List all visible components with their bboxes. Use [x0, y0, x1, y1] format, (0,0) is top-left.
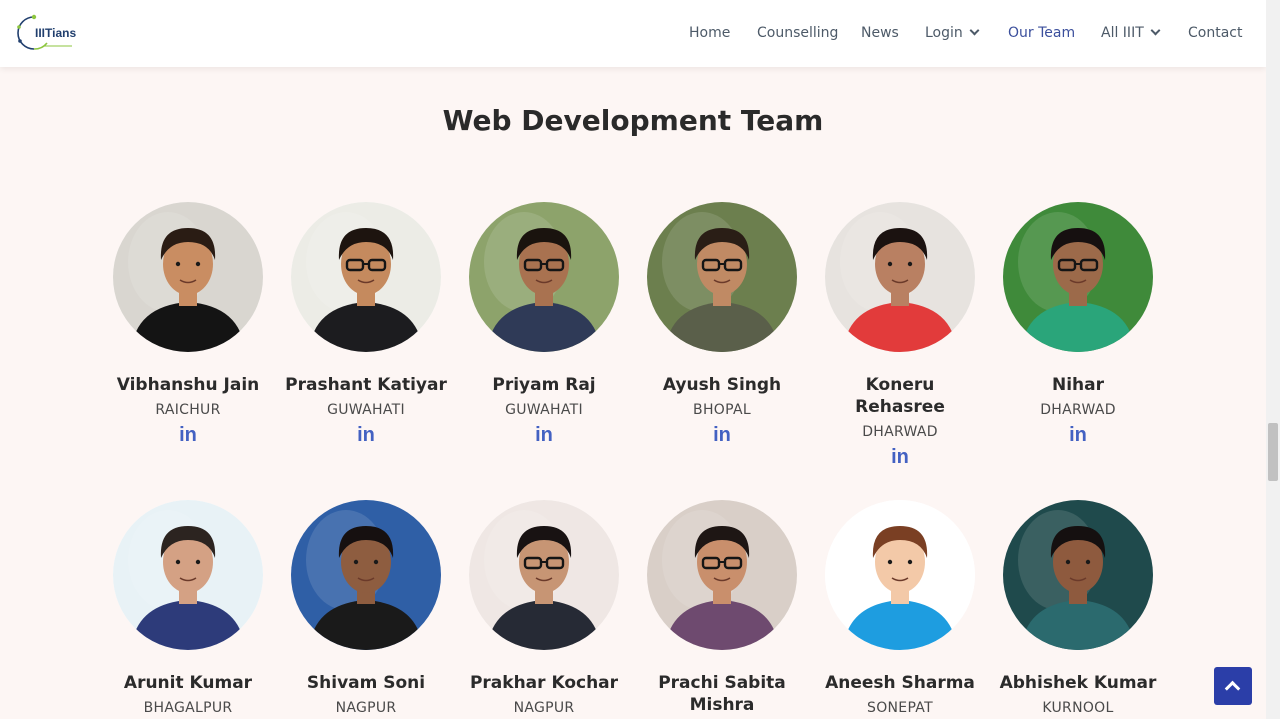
member-photo-image — [113, 202, 263, 352]
member-avatar — [113, 202, 263, 352]
member-photo-image — [825, 202, 975, 352]
member-photo-image — [1003, 202, 1153, 352]
member-campus: GUWAHATI — [505, 402, 583, 418]
member-photo-image — [1003, 500, 1153, 650]
member-campus: DHARWAD — [1040, 402, 1116, 418]
member-avatar — [647, 500, 797, 650]
member-avatar — [113, 500, 263, 650]
member-name: Priyam Raj — [492, 375, 596, 395]
member-name: Shivam Soni — [306, 673, 426, 693]
member-avatar — [291, 500, 441, 650]
member-avatar — [825, 202, 975, 352]
member-name: Prashant Katiyar — [285, 375, 447, 395]
member-campus: GUWAHATI — [327, 402, 405, 418]
team-grid: Vibhanshu Jain RAICHUR in Prashant Katiyar G… — [0, 0, 1266, 719]
member-avatar — [291, 202, 441, 352]
member-campus: BHOPAL — [693, 402, 751, 418]
linkedin-icon[interactable]: in — [533, 424, 555, 446]
member-photo-image — [469, 202, 619, 352]
linkedin-icon[interactable]: in — [711, 424, 733, 446]
scrollbar-thumb[interactable] — [1268, 423, 1278, 481]
member-photo-image — [825, 500, 975, 650]
member-photo-image — [469, 500, 619, 650]
member-name: Koneru Rehasree — [855, 375, 945, 417]
member-name: Arunit Kumar — [123, 673, 253, 693]
member-name: Abhishek Kumar — [999, 673, 1157, 693]
linkedin-icon[interactable]: in — [177, 424, 199, 446]
member-avatar — [469, 202, 619, 352]
member-avatar — [1003, 202, 1153, 352]
linkedin-icon[interactable]: in — [1067, 424, 1089, 446]
member-name: Nihar — [1051, 375, 1104, 395]
member-campus: KURNOOL — [1042, 700, 1114, 716]
team-member-card: Prakhar KocharNAGPURin — [455, 500, 633, 719]
team-member-card: Shivam SoniNAGPURin — [277, 500, 455, 719]
back-to-top-button[interactable] — [1214, 667, 1252, 705]
member-avatar — [469, 500, 619, 650]
member-avatar — [1003, 500, 1153, 650]
member-campus: BHAGALPUR — [143, 700, 233, 716]
team-member-card: Priyam Raj GUWAHATI in — [455, 202, 633, 446]
member-name: Vibhanshu Jain — [116, 375, 260, 395]
linkedin-icon[interactable]: in — [355, 424, 377, 446]
member-name: Prachi Sabita Mishra — [658, 673, 786, 715]
team-member-card: Vibhanshu Jain RAICHUR in — [99, 202, 277, 446]
team-member-card: Nihar DHARWAD in — [989, 202, 1167, 446]
member-photo-image — [647, 500, 797, 650]
chevron-up-icon — [1224, 680, 1241, 697]
member-campus: NAGPUR — [335, 700, 397, 716]
team-member-card: Abhishek KumarKURNOOLin — [989, 500, 1167, 719]
team-member-card: Prachi Sabita Mishra — [633, 500, 811, 716]
member-campus: RAICHUR — [155, 402, 221, 418]
member-name: Prakhar Kochar — [469, 673, 619, 693]
team-member-card: Koneru Rehasree DHARWAD in — [811, 202, 989, 468]
team-member-card: Prashant Katiyar GUWAHATI in — [277, 202, 455, 446]
member-campus: DHARWAD — [862, 424, 938, 440]
linkedin-icon[interactable]: in — [889, 446, 911, 468]
team-member-card: Aneesh SharmaSONEPATin — [811, 500, 989, 719]
member-campus: SONEPAT — [867, 700, 933, 716]
member-photo-image — [113, 500, 263, 650]
member-avatar — [647, 202, 797, 352]
member-name: Aneesh Sharma — [825, 673, 975, 693]
team-member-card: Ayush Singh BHOPAL in — [633, 202, 811, 446]
member-photo-image — [291, 500, 441, 650]
member-name: Ayush Singh — [662, 375, 782, 395]
member-photo-image — [291, 202, 441, 352]
team-member-card: Arunit KumarBHAGALPURin — [99, 500, 277, 719]
scrollbar-track[interactable] — [1266, 0, 1280, 719]
member-photo-image — [647, 202, 797, 352]
member-campus: NAGPUR — [513, 700, 575, 716]
member-avatar — [825, 500, 975, 650]
